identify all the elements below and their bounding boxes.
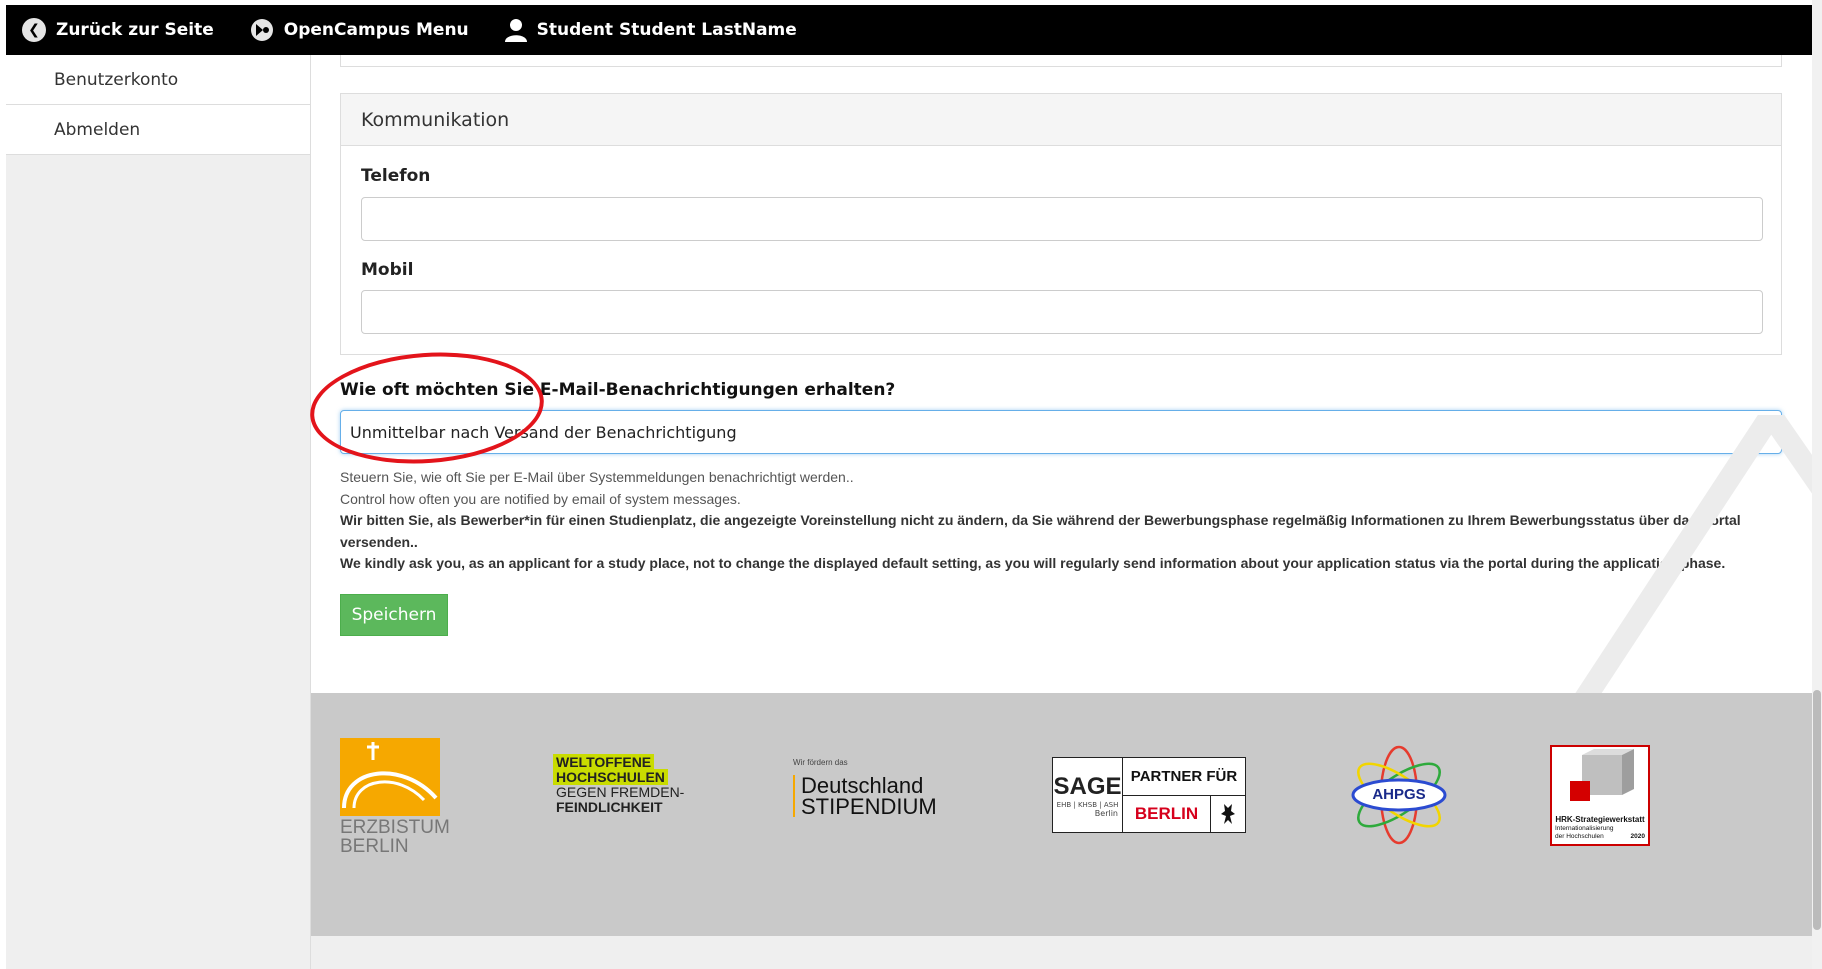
sidebar: Benutzerkonto Abmelden — [6, 55, 311, 969]
page-scrollbar[interactable] — [1812, 0, 1822, 969]
hrk-line-2: Internationalisierung — [1555, 825, 1614, 832]
sage-city: Berlin — [1094, 808, 1118, 818]
erzbistum-dome-icon — [340, 738, 440, 816]
save-button[interactable]: Speichern — [340, 594, 448, 636]
weltoffene-line-4: FEINDLICHKEIT — [556, 799, 663, 815]
footer-bottom-strip — [311, 936, 1812, 969]
kommunikation-panel-title: Kommunikation — [341, 94, 1781, 146]
sage-berlin-text: BERLIN — [1123, 795, 1211, 832]
mobil-input[interactable] — [361, 290, 1763, 334]
weltoffene-line-2: HOCHSCHULEN — [553, 769, 668, 785]
hrk-title: HRK-Strategiewerkstatt — [1555, 815, 1645, 824]
opencampus-menu-label: OpenCampus Menu — [283, 20, 469, 40]
chevron-left-circle-icon: ❮ — [22, 18, 46, 42]
sidebar-item-abmelden[interactable]: Abmelden — [6, 105, 310, 155]
deutschland-stipendium-logo[interactable]: Wir fördern das Deutschland STIPENDIUM — [793, 758, 937, 819]
user-icon — [504, 18, 527, 42]
user-name-label: Student Student LastName — [536, 20, 797, 40]
telefon-input[interactable] — [361, 197, 1763, 241]
hrk-line-3: der Hochschulen — [1555, 833, 1604, 840]
hrk-cube-icon — [1570, 749, 1634, 801]
weltoffene-hochschulen-logo[interactable]: WELTOFFENE HOCHSCHULEN GEGEN FREMDEN- FE… — [553, 754, 685, 815]
ds-line-2: STIPENDIUM — [801, 794, 937, 819]
back-to-page-label: Zurück zur Seite — [56, 20, 214, 40]
top-navigation-bar: ❮ Zurück zur Seite OpenCampus Menu Stude… — [6, 5, 1812, 55]
berlin-bear-icon — [1211, 796, 1245, 833]
sage-partner-berlin-logo[interactable]: SAGE EHB | KHSB | ASH Berlin PARTNER FÜR… — [1052, 757, 1246, 833]
ds-small-text: Wir fördern das — [793, 758, 848, 767]
ahpgs-logo[interactable]: AHPGS — [1349, 743, 1449, 851]
scrollbar-thumb[interactable] — [1813, 690, 1821, 930]
hrk-strategiewerkstatt-logo[interactable]: HRK-Strategiewerkstatt Internationalisie… — [1550, 745, 1650, 846]
previous-panel-bottom — [340, 55, 1782, 67]
telefon-label: Telefon — [361, 166, 431, 186]
ds-line-1: Deutschland — [801, 773, 924, 798]
hrk-year: 2020 — [1630, 833, 1645, 840]
mobil-label: Mobil — [361, 260, 414, 280]
kommunikation-panel: Kommunikation Telefon Mobil — [340, 93, 1782, 355]
sage-title: SAGE — [1053, 772, 1122, 800]
footer-logos: ERZBISTUM BERLIN WELTOFFENE HOCHSCHULEN … — [311, 693, 1812, 936]
weltoffene-line-3: GEGEN FREMDEN- — [556, 784, 685, 800]
user-menu-link[interactable]: Student Student LastName — [504, 18, 797, 42]
opencampus-logo-icon — [250, 18, 274, 42]
sage-partner-text: PARTNER FÜR — [1123, 758, 1245, 796]
erzbistum-line-2: BERLIN — [340, 836, 409, 857]
sidebar-item-benutzerkonto[interactable]: Benutzerkonto — [6, 55, 310, 105]
back-to-page-link[interactable]: ❮ Zurück zur Seite — [22, 18, 214, 42]
ahpgs-text: AHPGS — [1372, 786, 1426, 803]
erzbistum-line-1: ERZBISTUM — [340, 817, 450, 838]
erzbistum-berlin-logo[interactable]: ERZBISTUM BERLIN — [340, 738, 450, 856]
sage-sub: EHB | KHSB | ASH — [1056, 800, 1119, 809]
opencampus-menu-link[interactable]: OpenCampus Menu — [250, 18, 469, 42]
weltoffene-line-1: WELTOFFENE — [553, 754, 655, 770]
